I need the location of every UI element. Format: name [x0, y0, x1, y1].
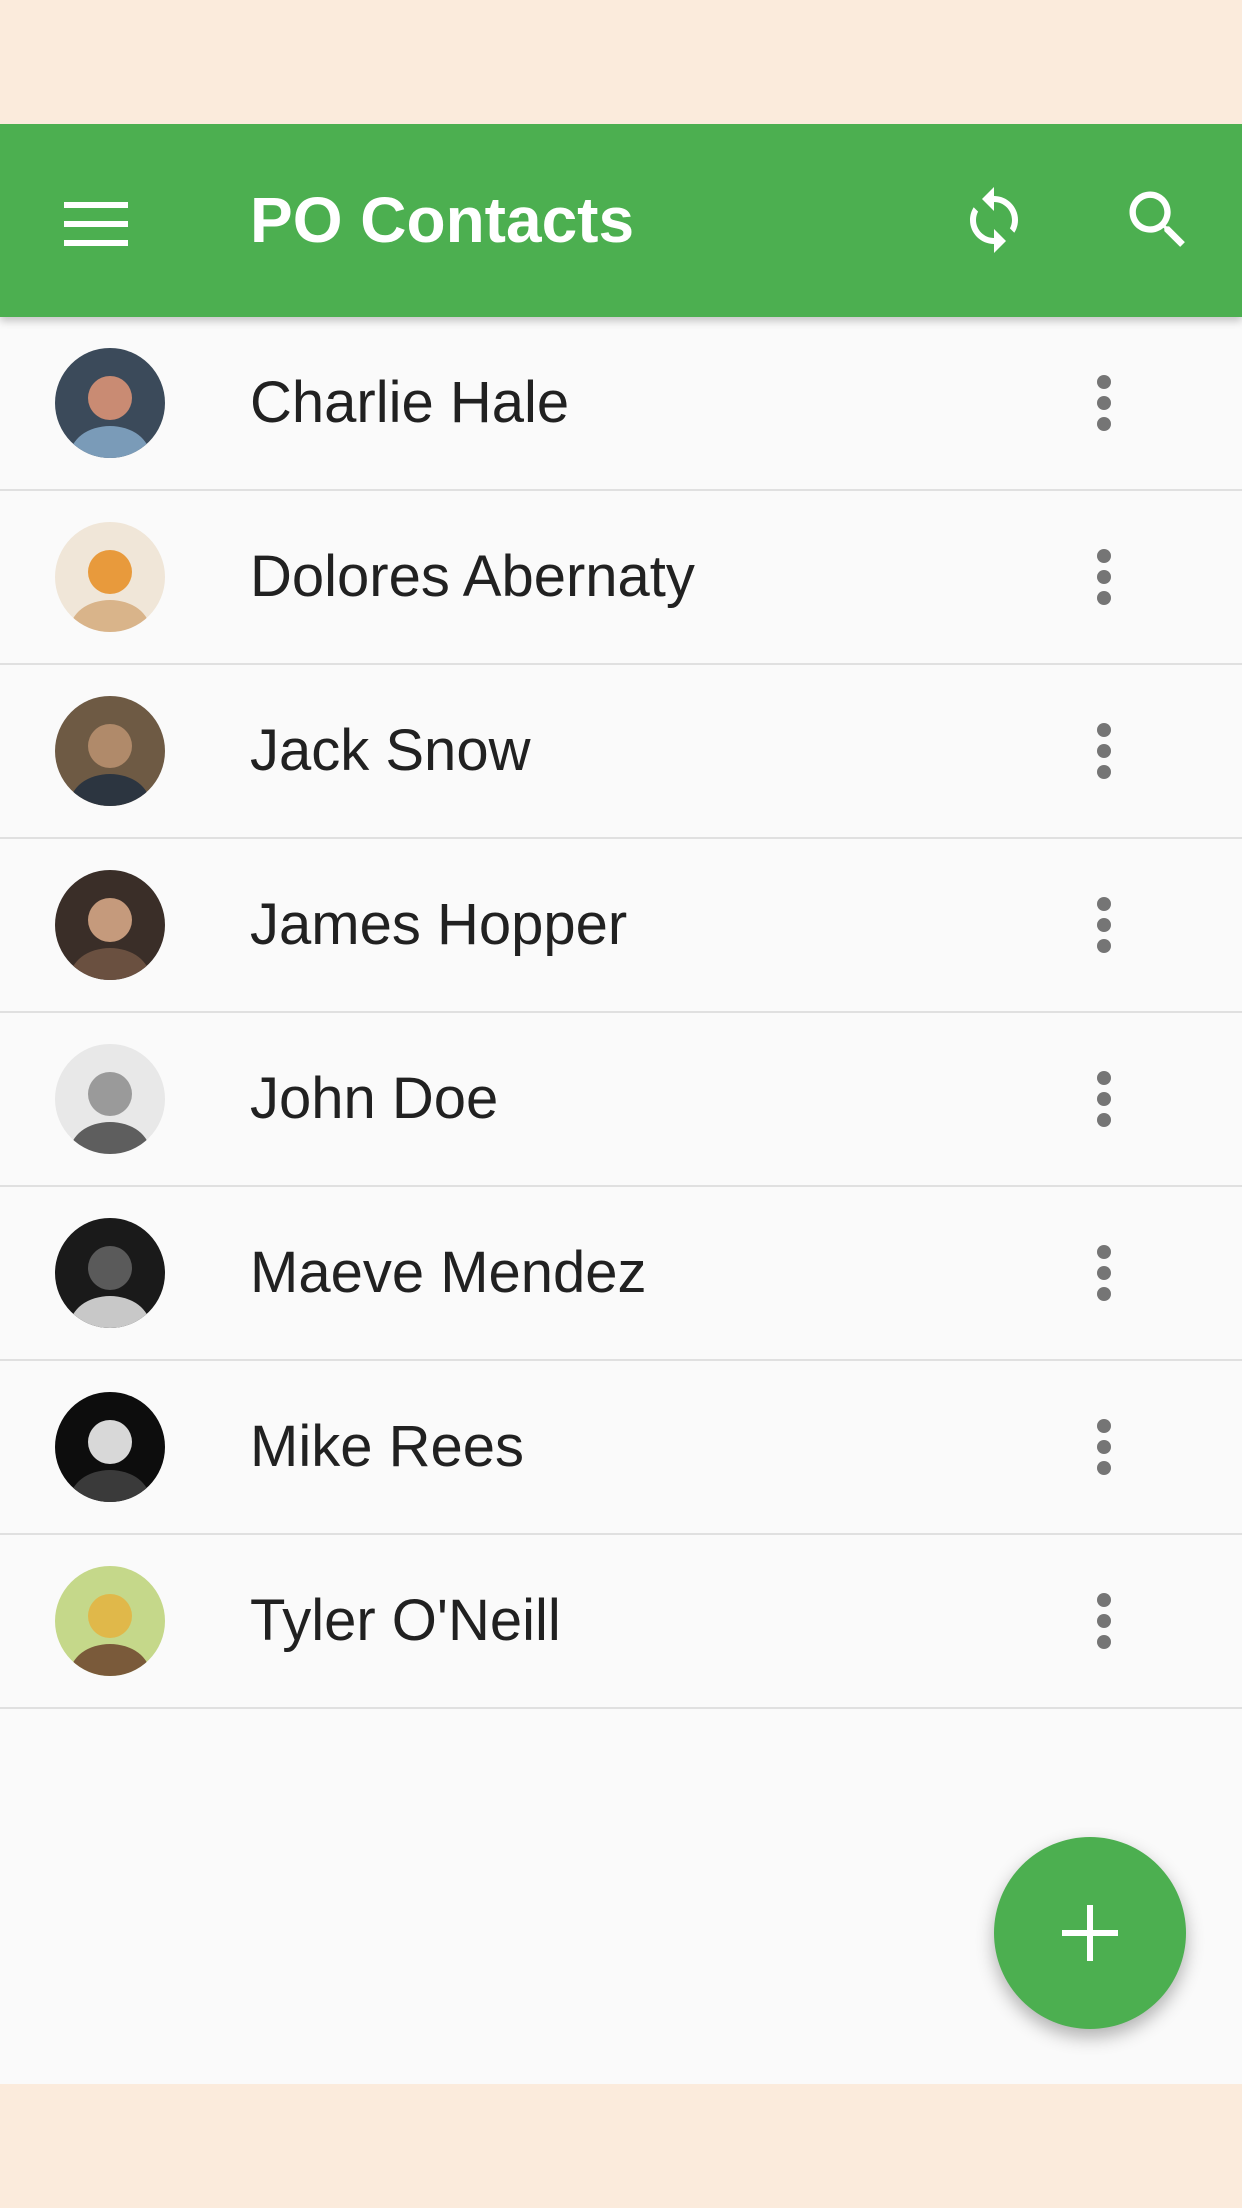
more-vertical-icon	[1097, 1419, 1111, 1475]
contact-more-button[interactable]	[1048, 1223, 1160, 1323]
avatar-photo	[55, 1392, 165, 1502]
add-contact-button[interactable]	[994, 1837, 1186, 2029]
search-button[interactable]	[1102, 164, 1214, 276]
avatar-photo	[55, 348, 165, 458]
contact-avatar[interactable]	[55, 1392, 165, 1502]
avatar-photo	[55, 1566, 165, 1676]
contact-more-button[interactable]	[1048, 353, 1160, 453]
navigation-bar	[0, 2084, 1242, 2208]
avatar-photo	[55, 1044, 165, 1154]
menu-button[interactable]	[40, 168, 152, 280]
avatar-photo	[55, 522, 165, 632]
contact-name: Maeve Mendez	[250, 1240, 647, 1305]
contact-avatar[interactable]	[55, 1044, 165, 1154]
contact-more-button[interactable]	[1048, 875, 1160, 975]
app-toolbar: PO Contacts	[0, 124, 1242, 317]
contact-row[interactable]: Jack Snow	[0, 665, 1242, 839]
contact-row[interactable]: Mike Rees	[0, 1361, 1242, 1535]
hamburger-menu-icon	[64, 202, 128, 246]
contact-name: Dolores Abernaty	[250, 544, 695, 609]
contact-more-button[interactable]	[1048, 527, 1160, 627]
more-vertical-icon	[1097, 1071, 1111, 1127]
app-screen: PO Contacts Charlie Hale Dolores Abernaty…	[0, 124, 1242, 2084]
contact-row[interactable]: Tyler O'Neill	[0, 1535, 1242, 1709]
more-vertical-icon	[1097, 375, 1111, 431]
more-vertical-icon	[1097, 549, 1111, 605]
contact-list: Charlie Hale Dolores Abernaty Jack Snow Jam…	[0, 317, 1242, 1709]
contact-name: John Doe	[250, 1066, 499, 1131]
contact-name: Tyler O'Neill	[250, 1588, 561, 1653]
contact-row[interactable]: John Doe	[0, 1013, 1242, 1187]
add-icon	[1062, 1905, 1118, 1961]
contact-more-button[interactable]	[1048, 1571, 1160, 1671]
sync-button[interactable]	[938, 164, 1050, 276]
status-bar	[0, 0, 1242, 124]
avatar-photo	[55, 696, 165, 806]
avatar-photo	[55, 1218, 165, 1328]
page-title: PO Contacts	[250, 184, 635, 256]
contact-avatar[interactable]	[55, 1566, 165, 1676]
contact-row[interactable]: Charlie Hale	[0, 317, 1242, 491]
avatar-photo	[55, 870, 165, 980]
search-icon	[1129, 191, 1185, 247]
more-vertical-icon	[1097, 1593, 1111, 1649]
contact-more-button[interactable]	[1048, 701, 1160, 801]
contact-avatar[interactable]	[55, 348, 165, 458]
more-vertical-icon	[1097, 897, 1111, 953]
contact-more-button[interactable]	[1048, 1049, 1160, 1149]
contact-avatar[interactable]	[55, 522, 165, 632]
contact-name: Jack Snow	[250, 718, 531, 783]
contact-name: Charlie Hale	[250, 370, 570, 435]
contact-name: James Hopper	[250, 892, 628, 957]
more-vertical-icon	[1097, 723, 1111, 779]
contact-name: Mike Rees	[250, 1414, 524, 1479]
contact-avatar[interactable]	[55, 1218, 165, 1328]
contact-row[interactable]: Dolores Abernaty	[0, 491, 1242, 665]
contact-more-button[interactable]	[1048, 1397, 1160, 1497]
contact-avatar[interactable]	[55, 870, 165, 980]
contact-row[interactable]: James Hopper	[0, 839, 1242, 1013]
sync-icon	[970, 187, 1018, 253]
contact-row[interactable]: Maeve Mendez	[0, 1187, 1242, 1361]
more-vertical-icon	[1097, 1245, 1111, 1301]
contact-avatar[interactable]	[55, 696, 165, 806]
